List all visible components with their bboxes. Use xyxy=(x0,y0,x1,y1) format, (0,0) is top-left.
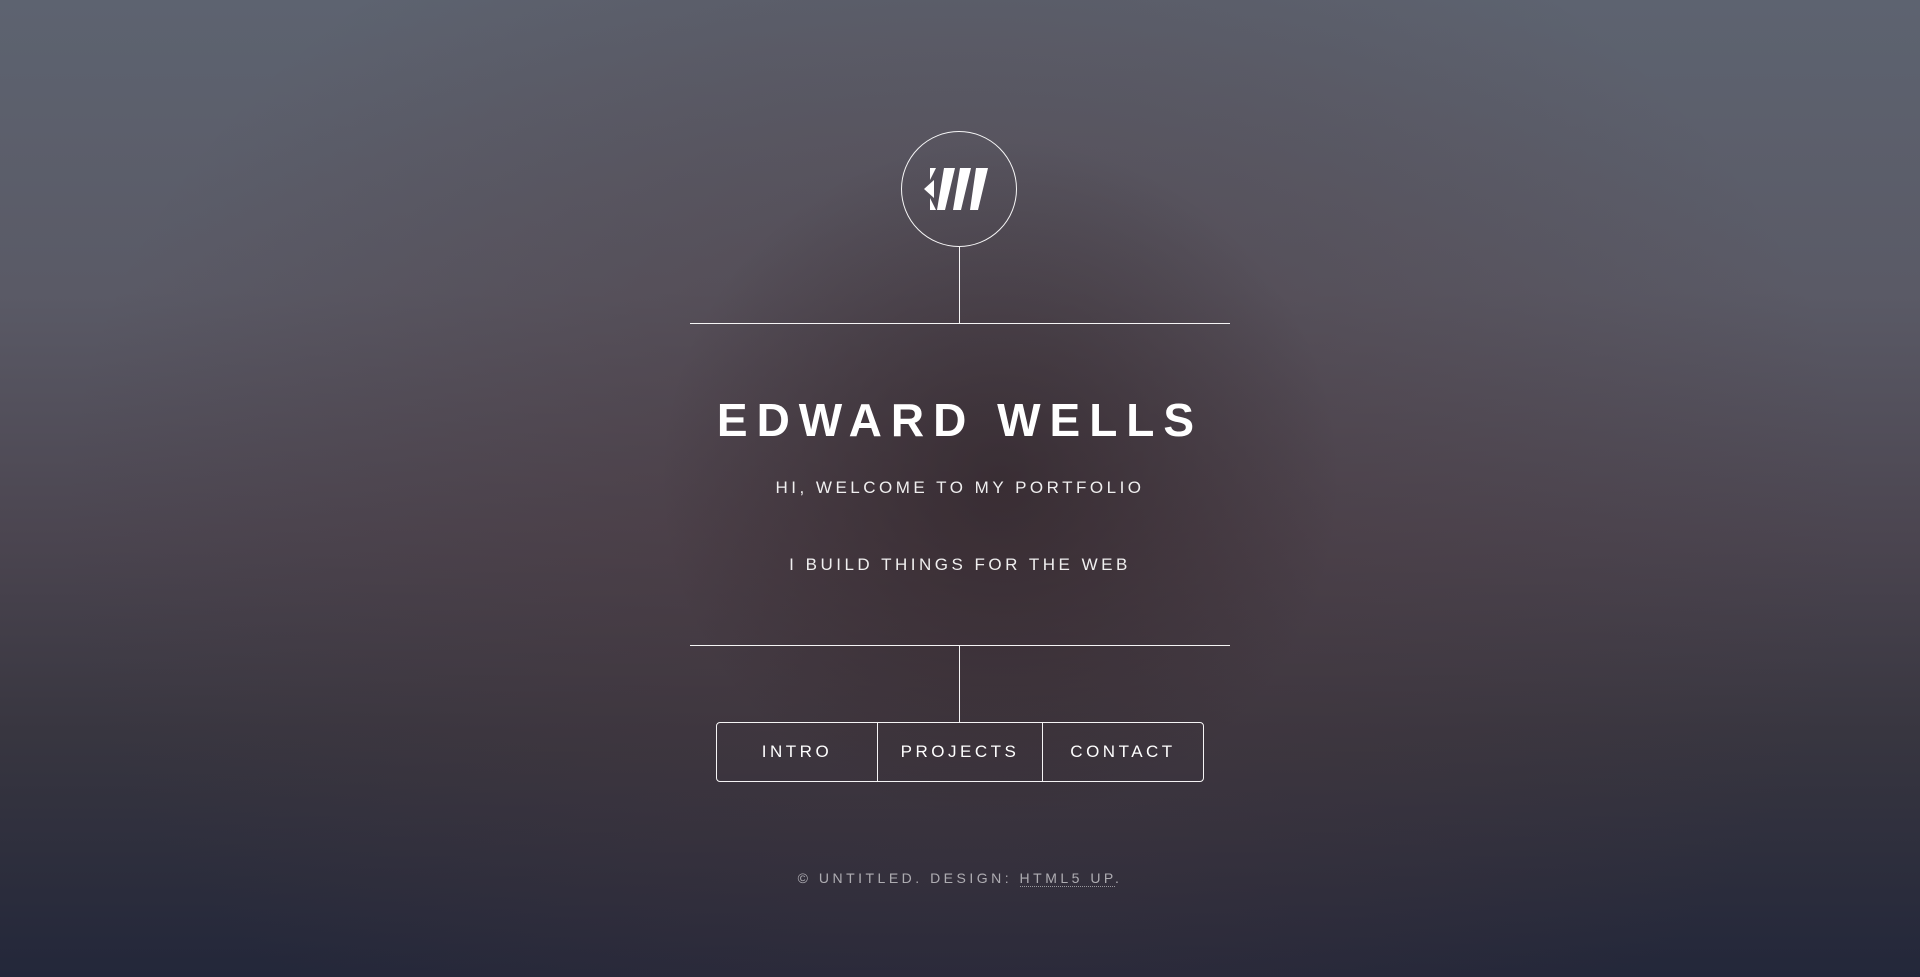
nav-intro-link[interactable]: INTRO xyxy=(717,723,877,781)
page-title: EDWARD WELLS xyxy=(716,394,1204,446)
nav-connector-line xyxy=(959,646,960,722)
page: EDWARD WELLS HI, WELCOME TO MY PORTFOLIO… xyxy=(0,0,1920,977)
nav-contact-link[interactable]: CONTACT xyxy=(1042,723,1203,781)
bottom-divider xyxy=(690,645,1230,646)
nav-projects-link[interactable]: PROJECTS xyxy=(877,723,1042,781)
subtitle-text: I BUILD THINGS FOR THE WEB xyxy=(789,555,1131,574)
footer-suffix: . xyxy=(1114,870,1123,886)
greeting-text: HI, WELCOME TO MY PORTFOLIO xyxy=(775,478,1145,497)
footer-copyright: © UNTITLED. DESIGN: HTML5 UP. xyxy=(0,870,1920,887)
monogram-ew-icon xyxy=(924,168,988,210)
footer-prefix: © UNTITLED. DESIGN: xyxy=(797,870,1020,886)
footer-html5up-link[interactable]: HTML5 UP xyxy=(1019,870,1115,887)
top-divider xyxy=(690,323,1230,324)
main-nav: INTRO PROJECTS CONTACT xyxy=(716,722,1204,782)
logo-connector-line xyxy=(959,247,960,323)
logo xyxy=(901,131,1017,247)
